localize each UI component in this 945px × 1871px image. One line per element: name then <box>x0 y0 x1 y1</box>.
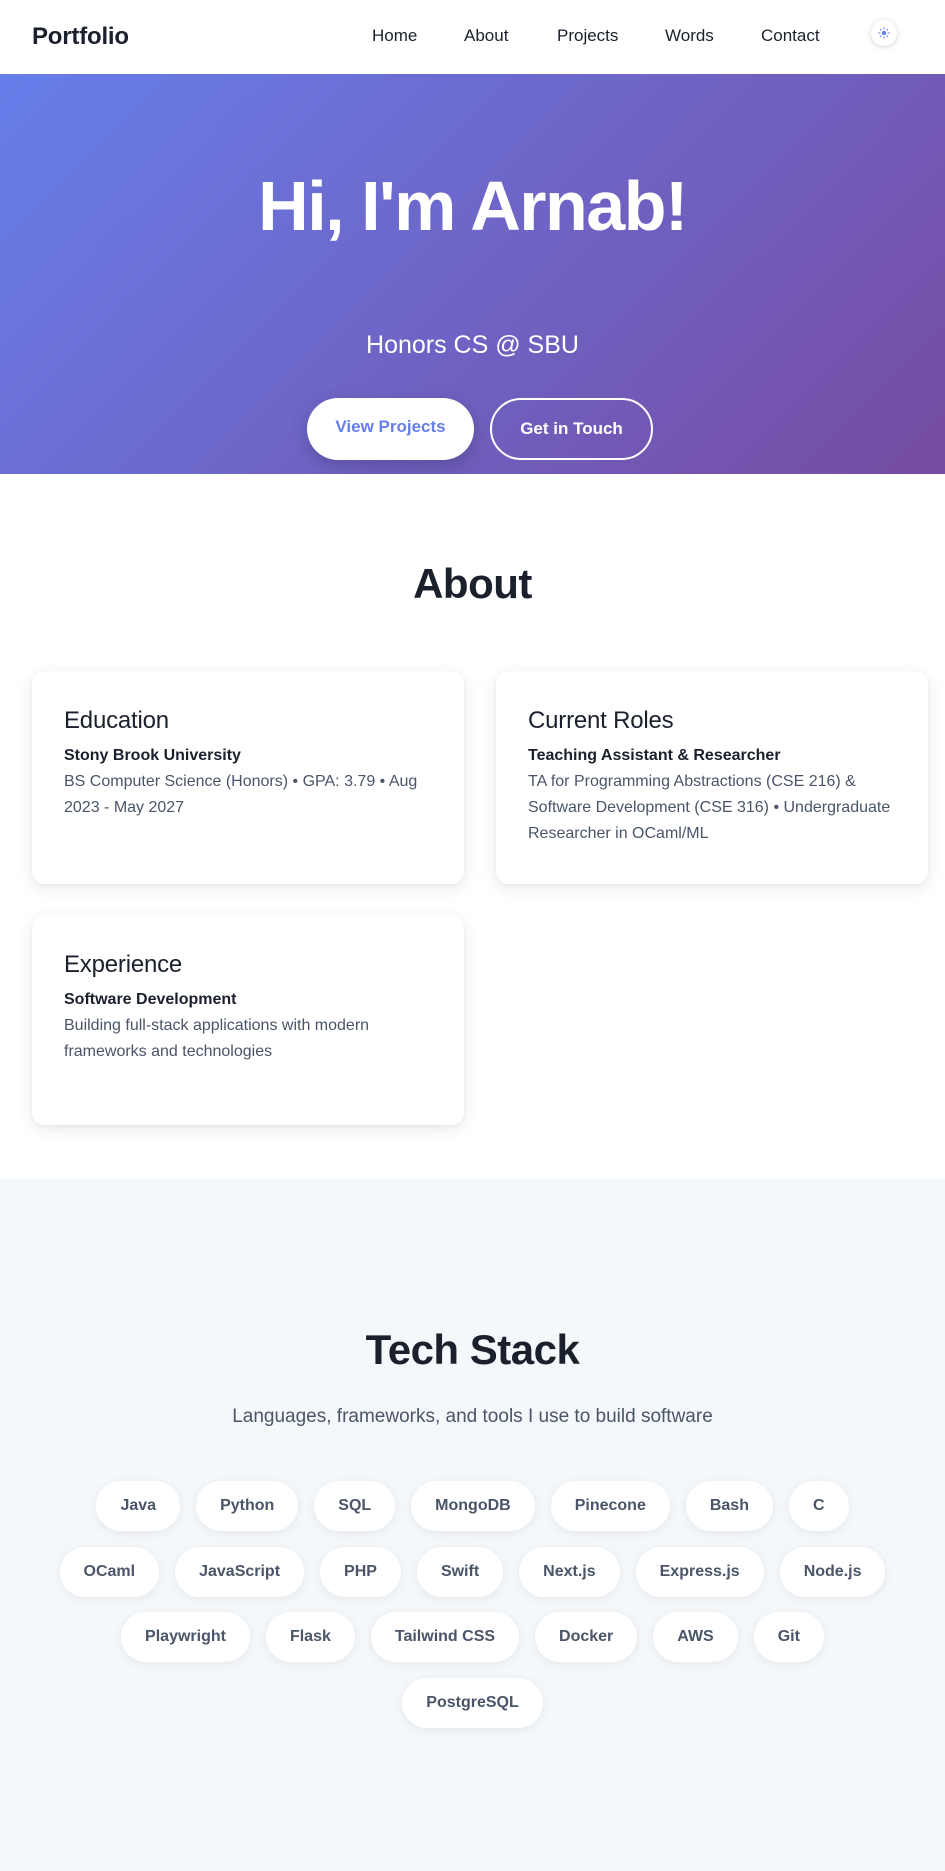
tech-stack-section: Tech Stack Languages, frameworks, and to… <box>0 1178 945 1871</box>
tech-chip: C <box>788 1481 849 1531</box>
tech-chip: Pinecone <box>550 1481 670 1531</box>
tech-chip: Bash <box>685 1481 773 1531</box>
tech-chip: Python <box>196 1481 299 1531</box>
tech-chip: Git <box>753 1612 824 1662</box>
hero-subtitle: Honors CS @ SBU <box>366 331 579 359</box>
card-title: Experience <box>64 951 183 978</box>
tech-chip: Express.js <box>635 1547 764 1597</box>
tech-chip-row: PostgreSQL <box>0 1678 945 1728</box>
card-subtitle: Teaching Assistant & Researcher <box>528 747 781 764</box>
nav-link-words[interactable]: Words <box>665 26 714 46</box>
theme-toggle-button[interactable] <box>871 20 897 46</box>
about-title: About <box>413 560 532 607</box>
card-subtitle: Stony Brook University <box>64 747 241 764</box>
card-subtitle: Software Development <box>64 991 237 1008</box>
tech-chip: AWS <box>653 1612 738 1662</box>
tech-chip-row: Java Python SQL MongoDB Pinecone Bash C <box>0 1481 945 1531</box>
tech-chip: Node.js <box>779 1547 886 1597</box>
tech-chip: MongoDB <box>411 1481 535 1531</box>
tech-chip: Java <box>96 1481 181 1531</box>
tech-chip-row: OCaml JavaScript PHP Swift Next.js Express.js… <box>0 1547 945 1597</box>
tech-chip: PostgreSQL <box>402 1678 543 1728</box>
about-section: About Education Stony Brook University B… <box>0 474 945 1178</box>
tech-chip: PHP <box>320 1547 401 1597</box>
nav-link-contact[interactable]: Contact <box>761 26 820 46</box>
tech-chip: Playwright <box>121 1612 250 1662</box>
tech-chip: Docker <box>535 1612 638 1662</box>
tech-chip: OCaml <box>59 1547 160 1597</box>
card-text: Building full-stack applications with mo… <box>64 1017 370 1060</box>
card-title: Education <box>64 707 169 734</box>
card-title: Current Roles <box>528 707 674 734</box>
tech-chip: JavaScript <box>175 1547 305 1597</box>
tech-stack-subtitle: Languages, frameworks, and tools I use t… <box>232 1406 713 1427</box>
tech-chip: Tailwind CSS <box>370 1612 520 1662</box>
tech-chip-row: Playwright Flask Tailwind CSS Docker AWS Git <box>0 1612 945 1662</box>
nav-link-projects[interactable]: Projects <box>557 26 618 46</box>
get-in-touch-button[interactable]: Get in Touch <box>490 398 653 460</box>
tech-chip: Swift <box>416 1547 504 1597</box>
tech-stack-title: Tech Stack <box>365 1326 580 1373</box>
education-card: Education Stony Brook University BS Comp… <box>32 671 464 884</box>
view-projects-button[interactable]: View Projects <box>307 398 474 460</box>
experience-card: Experience Software Development Building… <box>32 915 464 1125</box>
current-roles-card: Current Roles Teaching Assistant & Resea… <box>496 671 928 884</box>
hero-title: Hi, I'm Arnab! <box>258 167 688 245</box>
sun-icon <box>878 27 890 39</box>
card-text: TA for Programming Abstractions (CSE 216… <box>528 773 891 842</box>
top-nav: Portfolio Home About Projects Words Cont… <box>0 0 945 74</box>
tech-chip: SQL <box>314 1481 396 1531</box>
tech-chip: Next.js <box>519 1547 620 1597</box>
nav-links: Home About Projects Words Contact <box>0 0 945 74</box>
nav-link-home[interactable]: Home <box>372 26 417 46</box>
hero-section: Hi, I'm Arnab! Honors CS @ SBU View Proj… <box>0 74 945 474</box>
nav-link-about[interactable]: About <box>464 26 508 46</box>
card-text: BS Computer Science (Honors) • GPA: 3.79… <box>64 773 418 816</box>
tech-chip: Flask <box>265 1612 355 1662</box>
